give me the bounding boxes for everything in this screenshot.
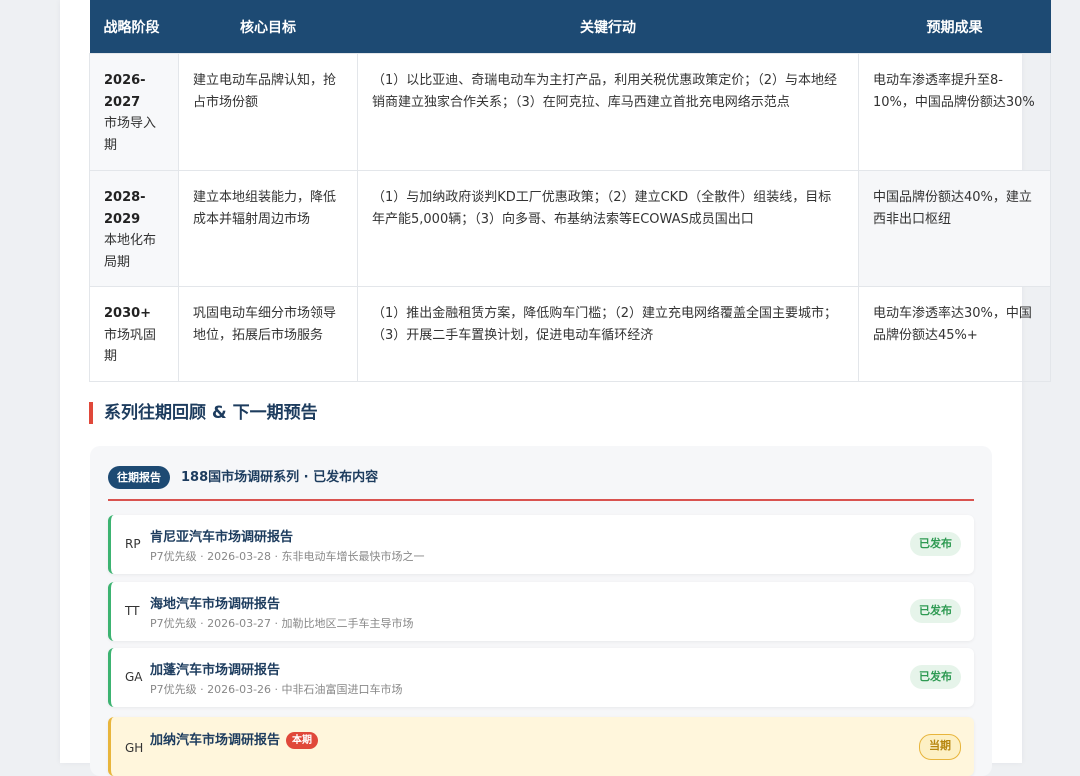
status-badge: 当期 — [919, 734, 961, 760]
report-card-ghana[interactable]: GH 加纳汽车市场调研报告 本期 当期 — [108, 717, 974, 776]
phase-name: 市场导入期 — [104, 116, 157, 153]
header-actions: 关键行动 — [357, 0, 859, 54]
report-card-haiti[interactable]: TT 海地汽车市场调研报告 P7优先级 · 2026-03-27 · 加勒比地区… — [108, 582, 974, 641]
report-title[interactable]: 肯尼亚汽车市场调研报告 — [150, 526, 293, 545]
series-badge: 往期报告 — [108, 466, 170, 489]
status-badge: 已发布 — [910, 665, 961, 689]
report-card-kenya[interactable]: RP 肯尼亚汽车市场调研报告 P7优先级 · 2026-03-28 · 东非电动… — [108, 515, 974, 574]
goal-cell: 建立电动车品牌认知，抢占市场份额 — [178, 53, 358, 171]
report-meta: P7优先级 · 2026-03-28 · 东非电动车增长最快市场之一 — [150, 550, 425, 563]
phase-year: 2030+ — [104, 306, 152, 321]
status-badge: 已发布 — [910, 599, 961, 623]
series-header: 往期报告 188国市场调研系列 · 已发布内容 — [108, 466, 974, 501]
report-title[interactable]: 加蓬汽车市场调研报告 — [150, 659, 280, 678]
report-meta: P7优先级 · 2026-03-26 · 中非石油富国进口车市场 — [150, 683, 403, 696]
current-issue-tag: 本期 — [286, 732, 319, 749]
header-result: 预期成果 — [858, 0, 1051, 54]
header-phase: 战略阶段 — [89, 0, 179, 54]
table-row: 2030+ 市场巩固期 巩固电动车细分市场领导地位，拓展后市场服务 （1）推出金… — [89, 286, 1051, 382]
status-badge: 已发布 — [910, 532, 961, 556]
goal-cell: 建立本地组装能力，降低成本并辐射周边市场 — [178, 170, 358, 287]
phase-name: 本地化布局期 — [104, 233, 157, 270]
country-code: RP — [125, 537, 141, 551]
phase-cell: 2026-2027 市场导入期 — [89, 53, 179, 171]
report-meta: P7优先级 · 2026-03-27 · 加勒比地区二手车主导市场 — [150, 617, 414, 630]
phase-cell: 2028-2029 本地化布局期 — [89, 170, 179, 287]
goal-cell: 巩固电动车细分市场领导地位，拓展后市场服务 — [178, 286, 358, 382]
actions-cell: （1）推出金融租赁方案，降低购车门槛；（2）建立充电网络覆盖全国主要城市；（3）… — [357, 286, 859, 382]
country-code: GH — [125, 741, 144, 755]
series-panel: 往期报告 188国市场调研系列 · 已发布内容 RP 肯尼亚汽车市场调研报告 P… — [90, 446, 992, 776]
result-cell: 中国品牌份额达40%，建立西非出口枢纽 — [858, 170, 1051, 287]
phase-year: 2028-2029 — [104, 190, 146, 227]
strategy-table: 战略阶段 核心目标 关键行动 预期成果 2026-2027 市场导入期 建立电动… — [89, 0, 1051, 382]
series-title: 188国市场调研系列 · 已发布内容 — [181, 470, 379, 485]
report-page: 战略阶段 核心目标 关键行动 预期成果 2026-2027 市场导入期 建立电动… — [60, 0, 1051, 776]
report-card-gabon[interactable]: GA 加蓬汽车市场调研报告 P7优先级 · 2026-03-26 · 中非石油富… — [108, 648, 974, 707]
actions-cell: （1）以比亚迪、奇瑞电动车为主打产品，利用关税优惠政策定价；（2）与本地经销商建… — [357, 53, 859, 171]
table-row: 2028-2029 本地化布局期 建立本地组装能力，降低成本并辐射周边市场 （1… — [89, 170, 1051, 287]
result-cell: 电动车渗透率达30%，中国品牌份额达45%+ — [858, 286, 1051, 382]
report-title[interactable]: 加纳汽车市场调研报告 本期 — [150, 729, 319, 749]
report-title[interactable]: 海地汽车市场调研报告 — [150, 593, 280, 612]
country-code: TT — [125, 604, 140, 618]
actions-cell: （1）与加纳政府谈判KD工厂优惠政策；（2）建立CKD（全散件）组装线，目标年产… — [357, 170, 859, 287]
phase-year: 2026-2027 — [104, 73, 146, 110]
phase-name: 市场巩固期 — [104, 327, 157, 365]
result-cell: 电动车渗透率提升至8-10%，中国品牌份额达30% — [858, 53, 1051, 171]
report-title-text: 加纳汽车市场调研报告 — [150, 733, 281, 748]
table-header-row: 战略阶段 核心目标 关键行动 预期成果 — [89, 0, 1051, 54]
table-row: 2026-2027 市场导入期 建立电动车品牌认知，抢占市场份额 （1）以比亚迪… — [89, 53, 1051, 171]
section-heading: 系列往期回顾 & 下一期预告 — [89, 402, 318, 424]
phase-cell: 2030+ 市场巩固期 — [89, 286, 179, 382]
header-goal: 核心目标 — [178, 0, 358, 54]
country-code: GA — [125, 670, 143, 684]
